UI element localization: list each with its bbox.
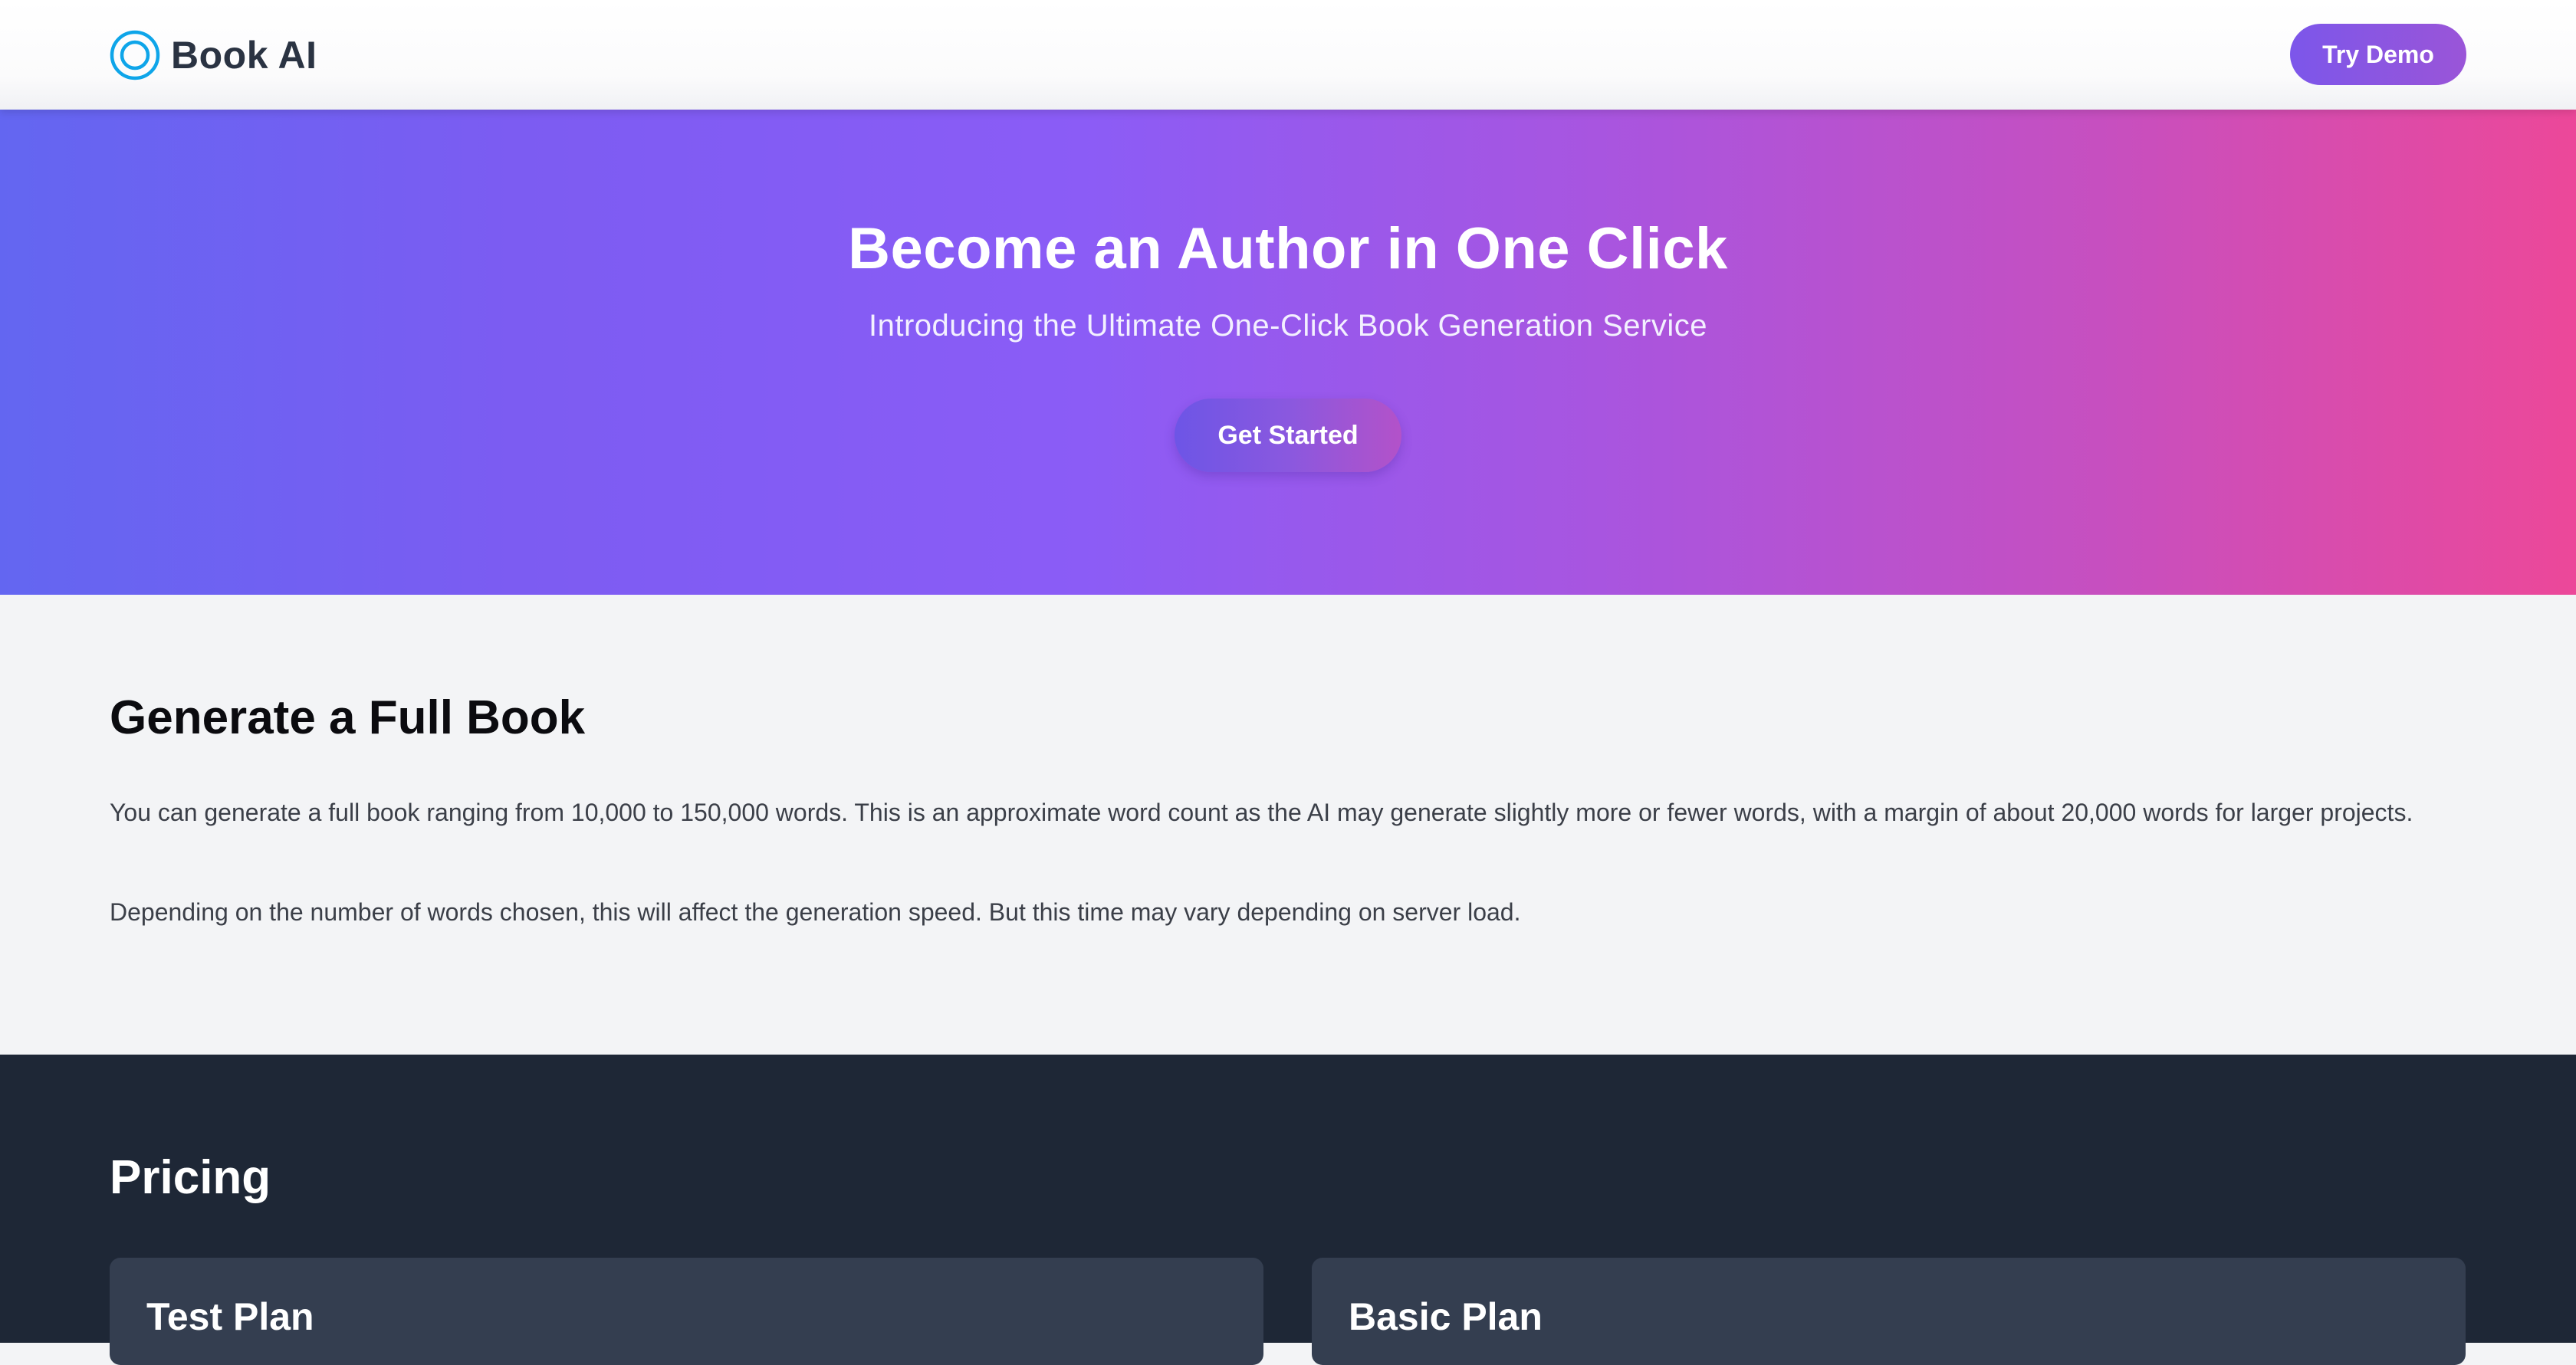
brand-name: Book AI [171,34,317,77]
try-demo-button[interactable]: Try Demo [2290,24,2466,85]
ring-logo-icon [110,30,160,80]
plan-card-basic: Basic Plan [1312,1258,2466,1365]
features-section: Generate a Full Book You can generate a … [0,595,2576,1055]
pricing-title: Pricing [110,1151,271,1204]
plan-name: Basic Plan [1349,1295,1543,1338]
features-paragraph-word-range: You can generate a full book ranging fro… [110,799,2413,826]
features-title: Generate a Full Book [110,691,586,744]
brand-logo[interactable]: Book AI [110,28,317,82]
site-header: Book AI Try Demo [0,0,2576,110]
pricing-section: Pricing Test Plan Basic Plan [0,1055,2576,1365]
hero-title: Become an Author in One Click [848,216,1728,281]
plan-card-test: Test Plan [110,1258,1263,1365]
hero-section: Become an Author in One Click Introducin… [0,110,2576,595]
hero-subtitle: Introducing the Ultimate One-Click Book … [869,309,1707,343]
features-paragraph-speed: Depending on the number of words chosen,… [110,898,1521,926]
get-started-button[interactable]: Get Started [1175,399,1401,472]
plan-name: Test Plan [146,1295,314,1338]
